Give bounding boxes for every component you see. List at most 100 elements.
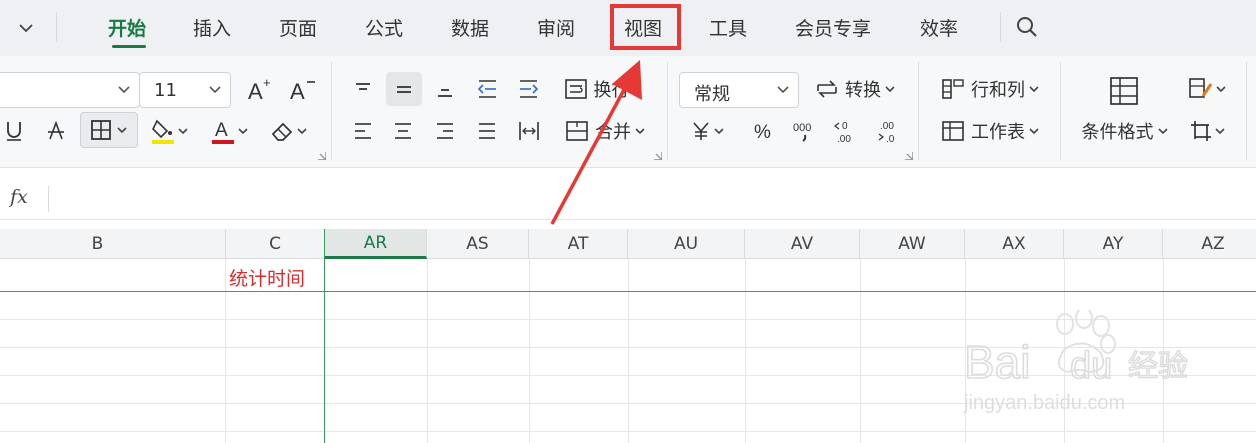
align-top-button[interactable]	[346, 72, 380, 106]
tab-home[interactable]: 开始	[108, 14, 146, 42]
justify-button[interactable]	[470, 114, 504, 148]
decrease-font-button[interactable]: A	[286, 72, 320, 106]
tab-insert[interactable]: 插入	[193, 14, 231, 42]
column-divider	[745, 259, 746, 443]
column-divider	[529, 259, 530, 443]
currency-button[interactable]	[684, 114, 730, 148]
conditional-format-button[interactable]: 条件格式	[1076, 114, 1174, 148]
ribbon-divider	[918, 62, 919, 160]
outdent-icon	[477, 80, 496, 98]
cell-c1[interactable]: 统计时间	[229, 264, 305, 291]
svg-text:.0: .0	[886, 134, 895, 144]
font-size-value: 11	[154, 80, 177, 101]
thousands-icon: 000	[793, 122, 811, 142]
fill-color-button[interactable]	[146, 114, 192, 148]
column-header-ay[interactable]: AY	[1064, 229, 1163, 259]
number-format-select[interactable]: 常规	[679, 72, 799, 108]
crop-icon	[1191, 121, 1211, 141]
column-header-as[interactable]: AS	[427, 229, 529, 259]
worksheet-button[interactable]: 工作表	[936, 114, 1044, 148]
tab-member[interactable]: 会员专享	[795, 14, 871, 42]
column-header-au[interactable]: AU	[628, 229, 745, 259]
chevron-down-icon	[1215, 128, 1225, 135]
column-header-at[interactable]: AT	[529, 229, 628, 259]
svg-text:经验: 经验	[1128, 349, 1188, 384]
active-tab-indicator	[112, 45, 146, 48]
align-left-button[interactable]	[346, 114, 380, 148]
borders-button[interactable]	[80, 112, 138, 148]
align-bottom-icon	[438, 89, 452, 97]
decrease-indent-button[interactable]	[470, 72, 504, 106]
column-header-ar[interactable]: AR	[325, 229, 427, 259]
column-header-ax[interactable]: AX	[965, 229, 1064, 259]
align-top-icon	[356, 83, 370, 90]
view-tab-highlight	[610, 4, 681, 50]
decrease-decimal-button[interactable]: .00.0	[872, 114, 906, 148]
chevron-down-icon	[238, 128, 248, 135]
menu-divider	[1000, 12, 1001, 42]
thousands-separator-button[interactable]: 000	[788, 114, 822, 148]
increase-font-button[interactable]: A +	[244, 72, 278, 106]
percent-icon: %	[754, 122, 771, 143]
svg-text:0: 0	[842, 121, 848, 132]
conditional-format-icon	[1110, 77, 1138, 105]
percent-button[interactable]: %	[746, 114, 780, 148]
align-center-button[interactable]	[386, 114, 420, 148]
cell-style-button[interactable]	[1184, 72, 1230, 106]
tab-page[interactable]: 页面	[279, 14, 317, 42]
column-header-av[interactable]: AV	[745, 229, 860, 259]
svg-text:000: 000	[793, 122, 811, 134]
increase-decimal-button[interactable]: 0.00	[830, 114, 864, 148]
tab-review[interactable]: 审阅	[537, 14, 575, 42]
column-header-az[interactable]: AZ	[1163, 229, 1256, 259]
fill-handle-button[interactable]	[1184, 114, 1230, 148]
tab-formulas[interactable]: 公式	[365, 14, 403, 42]
align-right-button[interactable]	[428, 114, 462, 148]
tab-tools[interactable]: 工具	[709, 14, 747, 42]
font-color-icon: A	[212, 120, 234, 144]
align-right-icon	[437, 123, 453, 139]
underline-button[interactable]	[0, 114, 28, 148]
number-dialog-launcher-icon[interactable]	[905, 152, 913, 160]
conditional-format-icon-button[interactable]	[1100, 70, 1148, 112]
rows-and-columns-button[interactable]: 行和列	[936, 72, 1044, 106]
collapse-ribbon-button[interactable]	[6, 8, 46, 48]
font-size-select[interactable]: 11	[139, 72, 231, 108]
font-decrease-icon: A	[290, 79, 315, 103]
chevron-down-icon	[885, 86, 895, 93]
strikethrough-button[interactable]	[42, 114, 70, 148]
font-color-button[interactable]: A	[206, 114, 252, 148]
search-button[interactable]	[1010, 10, 1044, 44]
column-header-b[interactable]: B	[0, 229, 226, 259]
svg-text:+: +	[263, 75, 271, 90]
svg-text:.00: .00	[837, 134, 851, 144]
column-divider	[860, 259, 861, 443]
convert-button[interactable]: 转换	[810, 72, 900, 106]
clear-format-button[interactable]	[266, 114, 312, 148]
font-name-select[interactable]	[0, 72, 140, 108]
ribbon-divider	[667, 62, 668, 160]
tab-data[interactable]: 数据	[451, 14, 489, 42]
watermark-url: jingyan.baidu.com	[964, 392, 1126, 414]
distribute-icon	[519, 122, 539, 140]
freeze-pane-vertical-line	[324, 229, 325, 443]
svg-text:du: du	[1070, 345, 1112, 387]
search-icon	[1017, 17, 1037, 37]
column-header-aw[interactable]: AW	[860, 229, 965, 259]
align-center-icon	[395, 123, 411, 139]
chevron-down-icon	[117, 127, 127, 134]
font-dialog-launcher-icon[interactable]	[318, 152, 326, 160]
decrease-decimal-icon: .00.0	[878, 121, 895, 144]
align-middle-button[interactable]	[386, 72, 422, 106]
column-divider	[628, 259, 629, 443]
ribbon-divider	[1060, 62, 1061, 160]
column-header-c[interactable]: C	[226, 229, 325, 259]
tab-efficiency[interactable]: 效率	[920, 14, 958, 42]
convert-icon	[817, 80, 837, 98]
align-bottom-button[interactable]	[428, 72, 462, 106]
underline-icon	[7, 122, 21, 141]
chevron-down-icon	[1157, 128, 1168, 135]
chevron-down-icon	[1216, 86, 1226, 93]
svg-text:Bai: Bai	[964, 336, 1030, 388]
fx-label[interactable]: fx	[10, 186, 28, 208]
